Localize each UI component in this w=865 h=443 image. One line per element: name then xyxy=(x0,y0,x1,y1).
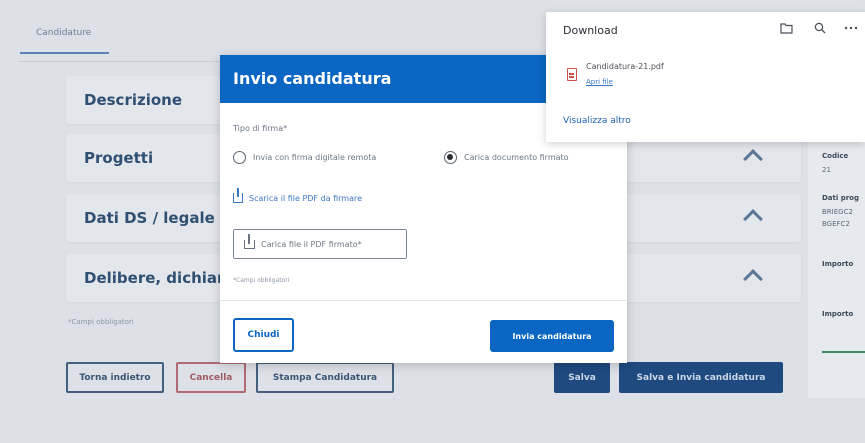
chevron-up-icon[interactable] xyxy=(743,209,763,229)
signature-type-label: Tipo di firma* xyxy=(233,124,288,133)
code-value: 21 xyxy=(822,166,831,174)
downloads-title: Download xyxy=(563,24,618,37)
modal-required-note: *Campi obbligatori xyxy=(233,277,290,284)
chevron-up-icon[interactable] xyxy=(743,149,763,169)
accordion-title: Progetti xyxy=(84,149,154,167)
modal-title: Invio candidatura xyxy=(233,69,392,88)
project-data-value: BRIEGC2 xyxy=(822,208,853,216)
accordion-title: Descrizione xyxy=(84,91,183,109)
submit-application-button[interactable]: Invia candidatura xyxy=(490,320,614,352)
cancel-button[interactable]: Cancella xyxy=(176,362,246,393)
downloaded-file-name[interactable]: Candidatura-21.pdf xyxy=(586,62,664,71)
more-options-icon[interactable] xyxy=(844,22,858,37)
download-icon xyxy=(233,188,243,203)
radio-remote-label: Invia con firma digitale remota xyxy=(253,153,377,162)
upload-signed-pdf-button[interactable]: Carica file il PDF firmato* xyxy=(233,229,407,259)
downloads-panel: Download Candidatura-21.pdf Apri file Vi… xyxy=(546,12,865,142)
upload-icon xyxy=(244,233,255,249)
radio-upload-signed[interactable] xyxy=(444,151,457,164)
code-label: Codice xyxy=(822,152,849,160)
radio-remote-signature[interactable] xyxy=(233,151,246,164)
accordion-title: Delibere, dichiar xyxy=(84,269,225,287)
progress-line xyxy=(822,351,865,353)
show-more-link[interactable]: Visualizza altro xyxy=(563,116,631,126)
radio-upload-label: Carica documento firmato xyxy=(464,153,569,162)
close-button[interactable]: Chiudi xyxy=(233,318,294,352)
folder-icon[interactable] xyxy=(780,22,793,37)
required-fields-note: *Campi obbligatori xyxy=(68,318,134,326)
print-button[interactable]: Stampa Candidatura xyxy=(256,362,394,393)
download-pdf-link[interactable]: Scarica il file PDF da firmare xyxy=(233,188,363,203)
modal-divider xyxy=(220,300,627,301)
chevron-up-icon[interactable] xyxy=(743,269,763,289)
accordion-title: Dati DS / legale xyxy=(84,209,215,227)
download-pdf-label: Scarica il file PDF da firmare xyxy=(249,193,363,203)
pdf-file-icon xyxy=(567,68,577,81)
amount-label: Importo xyxy=(822,260,854,268)
amount-label: Importo xyxy=(822,310,854,318)
project-data-value: BGEFC2 xyxy=(822,220,850,228)
open-file-link[interactable]: Apri file xyxy=(586,78,613,86)
save-and-send-button[interactable]: Salva e Invia candidatura xyxy=(619,362,783,393)
project-data-label: Dati prog xyxy=(822,194,859,202)
summary-panel: Codice 21 Dati prog BRIEGC2 BGEFC2 Impor… xyxy=(808,128,865,398)
save-button[interactable]: Salva xyxy=(554,362,610,393)
upload-label: Carica file il PDF firmato* xyxy=(261,239,362,249)
tab-candidature[interactable]: Candidature xyxy=(20,28,110,54)
back-button[interactable]: Torna indietro xyxy=(66,362,164,393)
search-icon[interactable] xyxy=(814,22,826,37)
